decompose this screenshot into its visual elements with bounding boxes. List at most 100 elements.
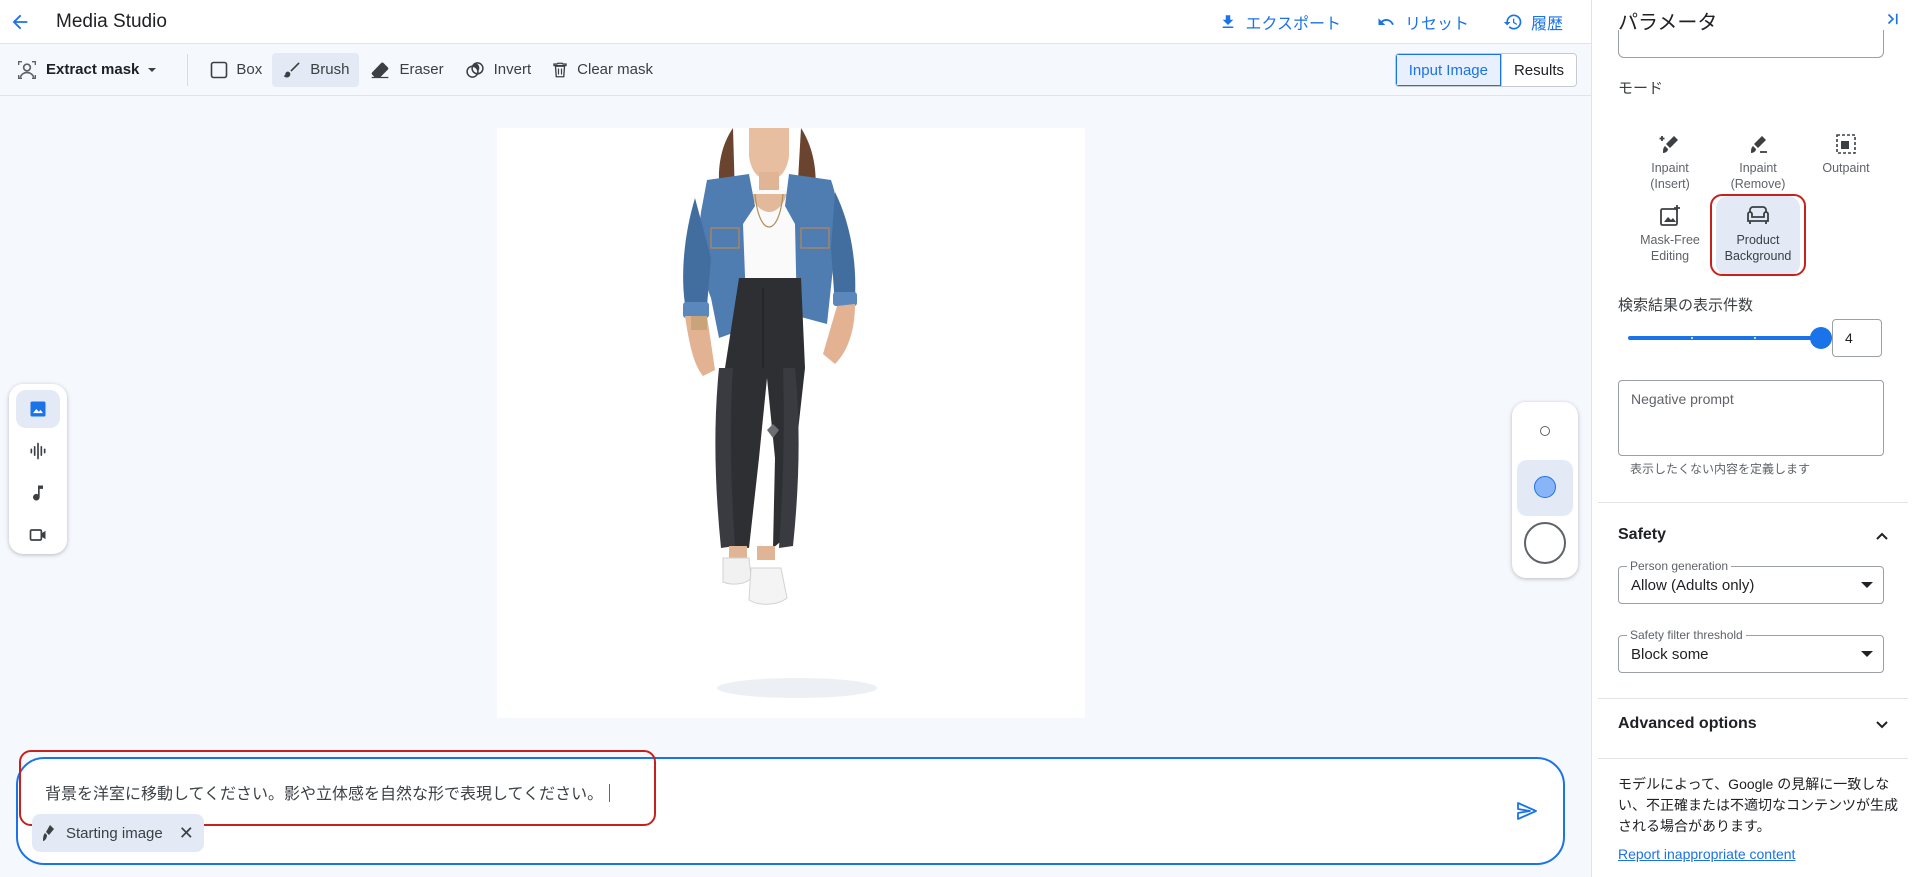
media-type-rail [9,384,67,554]
brush-icon [283,62,300,77]
brush-size-large[interactable] [1524,522,1566,564]
sofa-icon [1747,206,1769,224]
music-note-icon [33,485,43,501]
extract-mask-dropdown[interactable]: Extract mask [6,53,167,87]
caret-down-icon [148,67,157,72]
negative-prompt-hint: 表示したくない内容を定義します [1630,462,1811,476]
export-label: エクスポート [1245,16,1341,33]
chip-remove-icon[interactable]: ✕ [179,823,194,844]
dropdown-arrow-icon [1861,651,1873,657]
mode-inpaint-remove[interactable]: Inpaint (Remove) [1716,124,1800,204]
extract-mask-icon [18,60,36,79]
extract-mask-label: Extract mask [46,61,140,78]
advanced-expand-button[interactable] [1874,717,1890,738]
mode-label-line1: Inpaint [1739,161,1777,175]
mode-label-line1: Inpaint [1651,161,1689,175]
person-generation-select[interactable]: Person generation Allow (Adults only) [1618,559,1884,604]
section-divider [1598,698,1908,699]
section-divider [1598,758,1908,759]
person-generation-label: Person generation [1627,559,1732,573]
chevron-down-icon [1876,721,1888,729]
safety-collapse-button[interactable] [1874,528,1890,549]
export-button[interactable]: エクスポート [1219,10,1341,34]
history-icon [1503,14,1522,30]
brush-tool-button[interactable]: Brush [272,52,360,87]
negative-prompt-input[interactable]: Negative prompt [1618,380,1884,456]
brush-plus-icon [1659,136,1678,153]
eraser-label: Eraser [399,61,444,78]
trash-icon [553,62,567,77]
box-icon [211,61,228,78]
text-caret [609,784,611,802]
chip-label: Starting image [66,824,163,842]
mode-label-line1: Mask-Free [1640,233,1700,247]
rail-image-button[interactable] [16,390,60,428]
clear-mask-button[interactable]: Clear mask [541,53,663,87]
reset-button[interactable]: リセット [1375,10,1469,34]
brush-minus-icon [1751,136,1767,153]
reset-label: リセット [1404,16,1469,33]
outpaint-icon [1836,134,1856,154]
history-button[interactable]: 履歴 [1503,10,1563,34]
result-count-input[interactable]: 4 [1832,319,1882,357]
toolbar-divider [187,53,189,86]
mode-inpaint-insert[interactable]: Inpaint (Insert) [1628,124,1712,204]
mask-toolbar: Extract mask Box Brush Eraser Invert Cle… [0,44,1591,96]
rail-music-button[interactable] [16,474,60,512]
rail-video-button[interactable] [16,516,60,554]
input-image[interactable] [497,128,1085,718]
prompt-input[interactable]: 背景を洋室に移動してください。影や立体感を自然な形で表現してください。 [45,780,611,804]
safety-filter-label: Safety filter threshold [1627,628,1746,642]
app-header: Media Studio エクスポート リセット 履歴 [0,0,1591,44]
rail-audio-button[interactable] [16,432,60,470]
safety-filter-value: Block some [1631,646,1709,663]
mode-label-line2: Editing [1650,249,1690,263]
audio-wave-icon [30,442,46,460]
mode-label-line2: (Insert) [1650,177,1690,191]
model-photo [497,128,1085,718]
slider-tick [1691,337,1693,339]
box-label: Box [236,61,263,78]
model-select-partial[interactable] [1618,30,1884,58]
send-icon [1517,802,1537,820]
eraser-icon [372,62,389,78]
slider-tick [1754,337,1756,339]
mode-product-background[interactable]: Product Background [1716,196,1800,276]
history-label: 履歴 [1530,16,1563,33]
result-count-label: 検索結果の表示件数 [1618,297,1754,314]
box-tool-button[interactable]: Box [200,53,272,87]
section-divider [1598,502,1908,503]
invert-icon [465,61,484,78]
results-tab[interactable]: Results [1500,54,1576,86]
prompt-text: 背景を洋室に移動してください。影や立体感を自然な形で表現してください。 [45,786,604,803]
mode-mask-free-editing[interactable]: Mask-Free Editing [1628,196,1712,276]
parameters-panel: パラメータ モード Inpaint (Insert) Inpaint (Remo… [1591,0,1912,877]
disclaimer-text: モデルによって、Google の見解に一致しない、不正確または不適切なコンテンツ… [1618,776,1898,834]
brush-thumbnail-icon [43,825,54,841]
mode-label: モード [1618,80,1664,97]
brush-size-medium[interactable] [1534,476,1556,498]
eraser-tool-button[interactable]: Eraser [359,53,453,87]
brush-size-small[interactable] [1540,426,1550,436]
result-count-slider-track[interactable] [1628,336,1818,340]
invert-label: Invert [493,61,532,78]
report-content-link[interactable]: Report inappropriate content [1618,846,1795,862]
starting-image-chip[interactable]: Starting image ✕ [32,814,204,852]
safety-section-header[interactable]: Safety [1618,526,1666,544]
back-button[interactable] [0,2,40,42]
collapse-panel-button[interactable] [1884,10,1902,33]
video-icon [29,529,46,541]
undo-icon [1378,18,1394,25]
mode-outpaint[interactable]: Outpaint [1804,124,1888,204]
brush-size-panel [1512,402,1578,578]
safety-filter-select[interactable]: Safety filter threshold Block some [1618,628,1884,673]
send-button[interactable] [1515,799,1539,828]
invert-tool-button[interactable]: Invert [454,53,542,87]
clear-mask-label: Clear mask [577,61,654,78]
collapse-right-icon [1887,13,1898,25]
advanced-options-header[interactable]: Advanced options [1618,715,1757,733]
result-count-slider-thumb[interactable] [1810,327,1832,349]
mode-label-line2: Background [1724,249,1792,263]
chevron-up-icon [1876,532,1888,540]
input-image-tab[interactable]: Input Image [1395,54,1501,86]
